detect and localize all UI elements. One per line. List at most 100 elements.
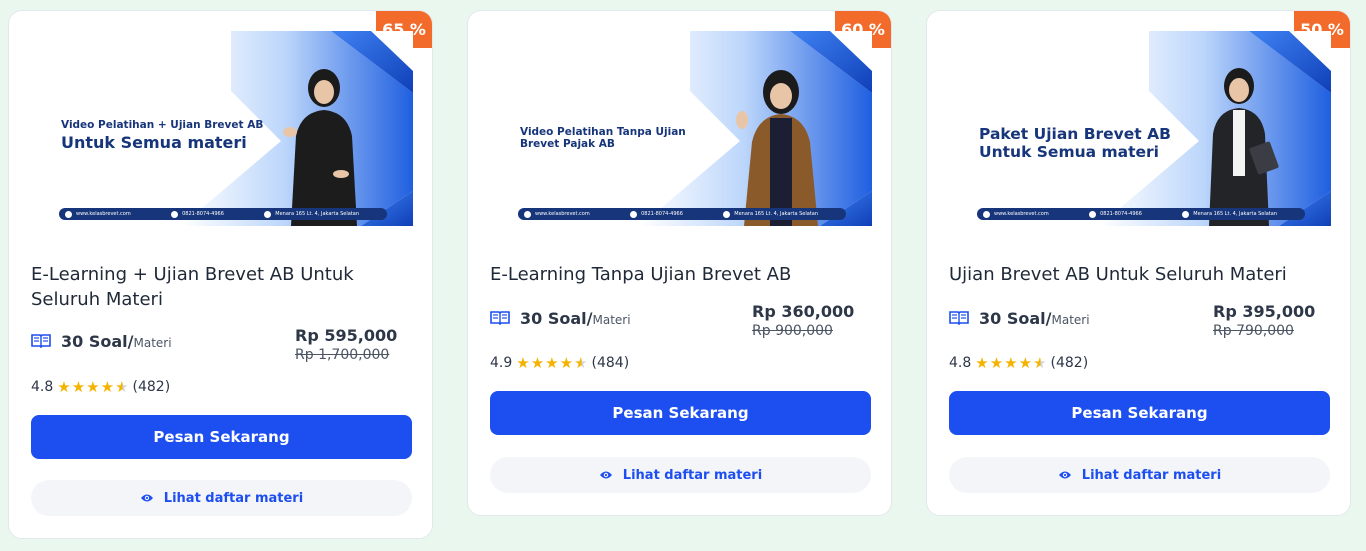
star-half-icon: ★	[1033, 354, 1047, 372]
price-block: Rp 595,000 Rp 1,700,000	[295, 326, 432, 363]
order-button[interactable]: Pesan Sekarang	[31, 415, 412, 459]
star-icon: ★	[71, 378, 86, 396]
banner-website: www.kelasbrevet.com	[76, 211, 131, 217]
rating-value: 4.9	[490, 355, 513, 371]
product-banner[interactable]: Paket Ujian Brevet AB Untuk Semua materi…	[949, 31, 1331, 226]
price-original: Rp 900,000	[752, 323, 833, 339]
soal-count: 30 Soal/	[979, 309, 1052, 328]
star-half-icon: ★	[115, 378, 129, 396]
banner-subtitle: Paket Ujian Brevet AB	[979, 125, 1171, 143]
location-icon	[264, 210, 272, 218]
eye-icon	[1058, 471, 1071, 479]
rating: 4.8 ★ ★ ★ ★ ★ (482)	[949, 354, 1088, 372]
review-count: (482)	[132, 379, 171, 395]
product-card[interactable]: 50 % Paket Ujian Brevet AB Untuk Semua m…	[926, 10, 1351, 516]
rating: 4.9 ★ ★ ★ ★ ★ (484)	[490, 354, 629, 372]
banner-title: Brevet Pajak AB	[520, 138, 615, 150]
banner-subtitle: Video Pelatihan Tanpa Ujian	[520, 126, 686, 138]
book-icon	[949, 311, 969, 326]
rating-value: 4.8	[949, 355, 972, 371]
star-rating: ★ ★ ★ ★ ★	[57, 378, 128, 396]
banner-phone: 0821-8074-4966	[641, 211, 683, 217]
price-current: Rp 360,000	[752, 302, 855, 321]
order-button[interactable]: Pesan Sekarang	[949, 391, 1330, 435]
star-icon: ★	[559, 354, 574, 372]
price-original: Rp 790,000	[1213, 323, 1294, 339]
star-rating: ★ ★ ★ ★ ★	[516, 354, 587, 372]
product-banner[interactable]: Video Pelatihan Tanpa Ujian Brevet Pajak…	[490, 31, 872, 226]
product-title[interactable]: E-Learning + Ujian Brevet AB Untuk Selur…	[31, 262, 401, 312]
soal-info: 30 Soal/Materi	[949, 308, 1090, 328]
banner-title: Untuk Semua materi	[61, 133, 247, 152]
price-original: Rp 1,700,000	[295, 347, 390, 363]
presenter-photo	[736, 70, 818, 226]
star-icon: ★	[1018, 354, 1033, 372]
view-materi-label: Lihat daftar materi	[622, 467, 763, 483]
banner-address: Menara 165 Lt. 4, Jakarta Selatan	[1193, 211, 1277, 217]
banner-website: www.kelasbrevet.com	[535, 211, 590, 217]
order-button[interactable]: Pesan Sekarang	[490, 391, 871, 435]
location-icon	[1182, 210, 1190, 218]
globe-icon	[65, 210, 72, 218]
globe-icon	[983, 210, 990, 218]
view-materi-button[interactable]: Lihat daftar materi	[31, 480, 412, 516]
banner-contact-bar: www.kelasbrevet.com 0821-8074-4966 Menar…	[59, 208, 387, 220]
star-icon: ★	[100, 378, 115, 396]
banner-contact-bar: www.kelasbrevet.com 0821-8074-4966 Menar…	[977, 208, 1305, 220]
eye-icon	[140, 494, 153, 502]
banner-address: Menara 165 Lt. 4, Jakarta Selatan	[275, 211, 359, 217]
price-current: Rp 595,000	[295, 326, 398, 345]
globe-icon	[524, 210, 531, 218]
soal-unit: Materi	[133, 336, 172, 350]
soal-unit: Materi	[592, 313, 631, 327]
star-icon: ★	[1004, 354, 1018, 372]
location-icon	[723, 210, 731, 218]
star-icon: ★	[86, 378, 100, 396]
product-title[interactable]: Ujian Brevet AB Untuk Seluruh Materi	[949, 262, 1319, 287]
soal-info: 30 Soal/Materi	[31, 331, 172, 351]
product-title[interactable]: E-Learning Tanpa Ujian Brevet AB	[490, 262, 860, 287]
banner-website: www.kelasbrevet.com	[994, 211, 1049, 217]
banner-subtitle: Video Pelatihan + Ujian Brevet AB	[61, 119, 264, 131]
price-current: Rp 395,000	[1213, 302, 1316, 321]
banner-phone: 0821-8074-4966	[182, 211, 224, 217]
star-icon: ★	[989, 354, 1004, 372]
star-half-icon: ★	[574, 354, 588, 372]
soal-unit: Materi	[1051, 313, 1090, 327]
product-card[interactable]: 65 % Video Pelatihan + Ujian Brevet AB U…	[8, 10, 433, 539]
star-icon: ★	[516, 354, 530, 372]
presenter-photo	[1209, 68, 1279, 226]
star-icon: ★	[975, 354, 989, 372]
view-materi-button[interactable]: Lihat daftar materi	[490, 457, 871, 493]
soal-info: 30 Soal/Materi	[490, 308, 631, 328]
price-block: Rp 395,000 Rp 790,000	[1213, 302, 1350, 339]
book-icon	[31, 334, 51, 349]
soal-count: 30 Soal/	[520, 309, 593, 328]
review-count: (482)	[1050, 355, 1089, 371]
banner-title: Untuk Semua materi	[979, 143, 1159, 161]
star-icon: ★	[57, 378, 71, 396]
phone-icon	[630, 210, 638, 218]
eye-icon	[599, 471, 612, 479]
review-count: (484)	[591, 355, 630, 371]
book-icon	[490, 311, 510, 326]
rating-value: 4.8	[31, 379, 54, 395]
phone-icon	[1089, 210, 1097, 218]
banner-contact-bar: www.kelasbrevet.com 0821-8074-4966 Menar…	[518, 208, 846, 220]
price-block: Rp 360,000 Rp 900,000	[752, 302, 891, 339]
view-materi-label: Lihat daftar materi	[1081, 467, 1222, 483]
rating: 4.8 ★ ★ ★ ★ ★ (482)	[31, 378, 170, 396]
banner-address: Menara 165 Lt. 4, Jakarta Selatan	[734, 211, 818, 217]
view-materi-button[interactable]: Lihat daftar materi	[949, 457, 1330, 493]
presenter-photo	[283, 69, 357, 226]
phone-icon	[171, 210, 179, 218]
product-cards: 65 % Video Pelatihan + Ujian Brevet AB U…	[0, 0, 1366, 551]
soal-count: 30 Soal/	[61, 332, 134, 351]
view-materi-label: Lihat daftar materi	[163, 490, 304, 506]
star-icon: ★	[530, 354, 545, 372]
star-rating: ★ ★ ★ ★ ★	[975, 354, 1046, 372]
banner-phone: 0821-8074-4966	[1100, 211, 1142, 217]
product-banner[interactable]: Video Pelatihan + Ujian Brevet AB Untuk …	[31, 31, 413, 226]
star-icon: ★	[545, 354, 559, 372]
product-card[interactable]: 60 % Video Pelatihan Tanpa Ujian Brevet …	[467, 10, 892, 516]
